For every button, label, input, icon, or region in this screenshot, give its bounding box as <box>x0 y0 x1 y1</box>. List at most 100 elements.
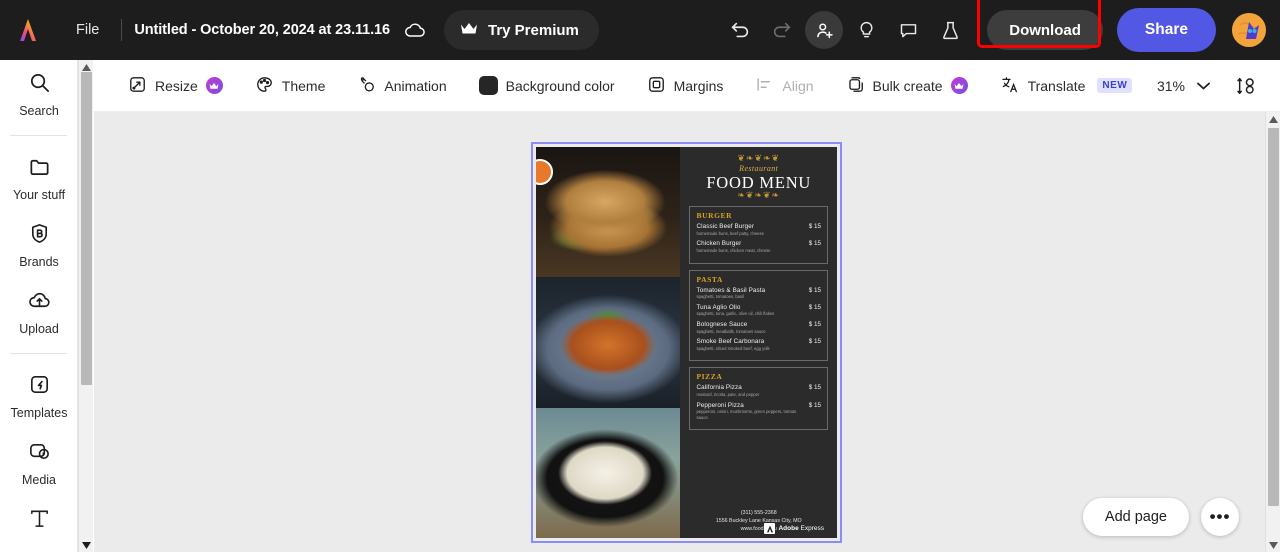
menu-script-label: Restaurant <box>739 164 779 173</box>
scroll-down-arrow-icon[interactable] <box>1266 538 1280 552</box>
item-name: California Pizza <box>696 384 742 392</box>
adobe-express-logo[interactable] <box>0 16 56 44</box>
menu-footer: (311) 555-2368 1556 Buckley Lane Kansas … <box>689 510 828 538</box>
download-button-wrapper: Download <box>977 0 1103 50</box>
menu-item: Pepperoni Pizza $ 15 pepperoni, onion, m… <box>696 402 821 421</box>
sidebar-item-label: Your stuff <box>12 188 66 202</box>
pasta-photo[interactable] <box>536 277 681 408</box>
sidebar-item-media[interactable]: Media <box>0 429 77 496</box>
share-button[interactable]: Share <box>1116 8 1216 52</box>
add-page-button[interactable]: Add page <box>1082 498 1189 536</box>
menu-section-pasta: PASTA Tomatoes & Basil Pasta $ 15 spaghe… <box>689 269 828 362</box>
item-name: Pepperoni Pizza <box>696 401 744 409</box>
reorder-layers-icon[interactable] <box>1236 75 1258 97</box>
menu-item: Smoke Beef Carbonara $ 15 spaghetti, sli… <box>696 338 821 351</box>
menu-item: California Pizza $ 15 mustard, ricotta, … <box>696 384 821 397</box>
margins-icon <box>647 75 666 97</box>
footer-phone: (311) 555-2368 <box>740 510 777 517</box>
item-name: Chicken Burger <box>696 240 742 248</box>
document-title[interactable]: Untitled - October 20, 2024 at 23.11.16 <box>134 22 390 38</box>
undo-icon[interactable] <box>721 11 759 49</box>
align-label: Align <box>782 77 814 94</box>
item-description: homemade buns, chicken meat, cheese <box>696 247 771 253</box>
translate-tool[interactable]: Translate NEW <box>990 69 1143 103</box>
item-price: $ 15 <box>808 338 821 346</box>
invite-collaborator-icon[interactable] <box>805 11 844 49</box>
design-page[interactable]: ❦❧❦❧❦ Restaurant FOOD MENU ❧❦❧❦❧ BURGER … <box>536 147 837 538</box>
media-icon <box>28 440 51 468</box>
theme-tool[interactable]: Theme <box>245 69 336 103</box>
more-options-button[interactable]: ••• <box>1201 498 1239 536</box>
sidebar-item-label: Upload <box>19 322 59 336</box>
brand-badge-icon <box>28 222 51 250</box>
bulk-create-tool[interactable]: Bulk create <box>836 69 978 103</box>
sidebar-item-brands[interactable]: Brands <box>0 211 77 278</box>
canvas-scrollbar[interactable] <box>1265 112 1280 552</box>
item-description: spaghetti, sliced smoked beef, egg yolk <box>696 345 770 351</box>
item-name: Bolognese Sauce <box>696 321 748 328</box>
download-button[interactable]: Download <box>987 10 1103 50</box>
item-price: $ 15 <box>808 303 821 311</box>
premium-crown-icon <box>950 77 968 94</box>
top-bar: File Untitled - October 20, 2024 at 23.1… <box>0 0 1280 60</box>
adobe-express-editor: File Untitled - October 20, 2024 at 23.1… <box>0 0 1280 552</box>
sidebar-item-text[interactable] <box>0 496 77 549</box>
lightbulb-icon[interactable] <box>847 11 885 49</box>
theme-label: Theme <box>281 77 326 94</box>
item-description: pepperoni, onion, mushrooms, green peppe… <box>696 409 797 420</box>
menu-logo-badge <box>536 159 553 185</box>
page-controls: Add page ••• <box>1082 498 1239 536</box>
sidebar-scrollbar[interactable] <box>78 60 93 552</box>
ornament-flourish-bottom-icon: ❧❦❧❦❧ <box>737 190 781 201</box>
left-sidebar: Search Your stuff Brands Upload Template… <box>0 60 78 552</box>
section-title: PIZZA <box>696 372 723 382</box>
bulk-create-label: Bulk create <box>872 77 943 94</box>
translate-label: Translate <box>1027 77 1086 94</box>
canvas-area[interactable]: ❦❧❦❧❦ Restaurant FOOD MENU ❧❦❧❦❧ BURGER … <box>94 112 1265 552</box>
animation-tool[interactable]: Animation <box>347 69 456 103</box>
background-color-label: Background color <box>505 77 615 94</box>
try-premium-button[interactable]: Try Premium <box>441 8 601 52</box>
sidebar-item-templates[interactable]: Templates <box>0 362 77 429</box>
chevron-down-icon[interactable] <box>1189 78 1218 94</box>
menu-item: Tuna Aglio Olio $ 15 spaghetti, tuna, ga… <box>696 304 821 317</box>
section-title: BURGER <box>696 211 733 221</box>
background-color-tool[interactable]: Background color <box>469 69 625 103</box>
item-name: Tomatoes & Basil Pasta <box>696 286 766 294</box>
text-icon <box>28 507 51 535</box>
templates-icon <box>28 373 51 401</box>
item-price: $ 15 <box>808 223 821 231</box>
sidebar-item-search[interactable]: Search <box>0 60 77 127</box>
top-bar-actions: Download Share <box>721 0 1280 52</box>
sidebar-item-upload[interactable]: Upload <box>0 278 77 345</box>
resize-tool[interactable]: Resize <box>118 69 233 103</box>
resize-icon <box>128 75 147 97</box>
menu-text-column: ❦❧❦❧❦ Restaurant FOOD MENU ❧❦❧❦❧ BURGER … <box>680 147 837 538</box>
zoom-level[interactable]: 31% <box>1157 78 1185 94</box>
bulk-create-icon <box>846 75 865 97</box>
item-description: homemade buns, beef patty, cheese <box>696 230 764 236</box>
item-name: Tuna Aglio Olio <box>696 303 741 311</box>
folder-icon <box>28 155 51 183</box>
sandwich-photo[interactable] <box>536 147 681 278</box>
watermark-brand: Adobe <box>778 525 799 532</box>
sidebar-item-your-stuff[interactable]: Your stuff <box>0 144 77 211</box>
scroll-up-arrow-icon[interactable] <box>1266 112 1280 126</box>
item-price: $ 15 <box>808 384 821 392</box>
canvas-scrollbar-thumb[interactable] <box>1268 128 1279 506</box>
beaker-icon[interactable] <box>931 11 969 49</box>
search-icon <box>28 71 51 99</box>
adobe-express-watermark: Adobe Express <box>764 523 824 534</box>
rice-photo[interactable] <box>536 407 681 538</box>
margins-tool[interactable]: Margins <box>637 69 734 103</box>
sidebar-scrollbar-thumb[interactable] <box>81 72 92 385</box>
toolbar-right-group: 31% <box>1157 75 1280 97</box>
redo-icon[interactable] <box>763 11 801 49</box>
file-menu[interactable]: File <box>66 16 109 44</box>
menu-item: Tomatoes & Basil Pasta $ 15 spaghetti, t… <box>696 287 821 300</box>
scroll-down-arrow-icon[interactable] <box>79 538 94 552</box>
sidebar-item-label: Search <box>19 104 59 118</box>
avatar[interactable] <box>1232 13 1266 47</box>
comment-icon[interactable] <box>889 11 927 49</box>
page-selection-frame[interactable]: ❦❧❦❧❦ Restaurant FOOD MENU ❧❦❧❦❧ BURGER … <box>531 142 842 543</box>
